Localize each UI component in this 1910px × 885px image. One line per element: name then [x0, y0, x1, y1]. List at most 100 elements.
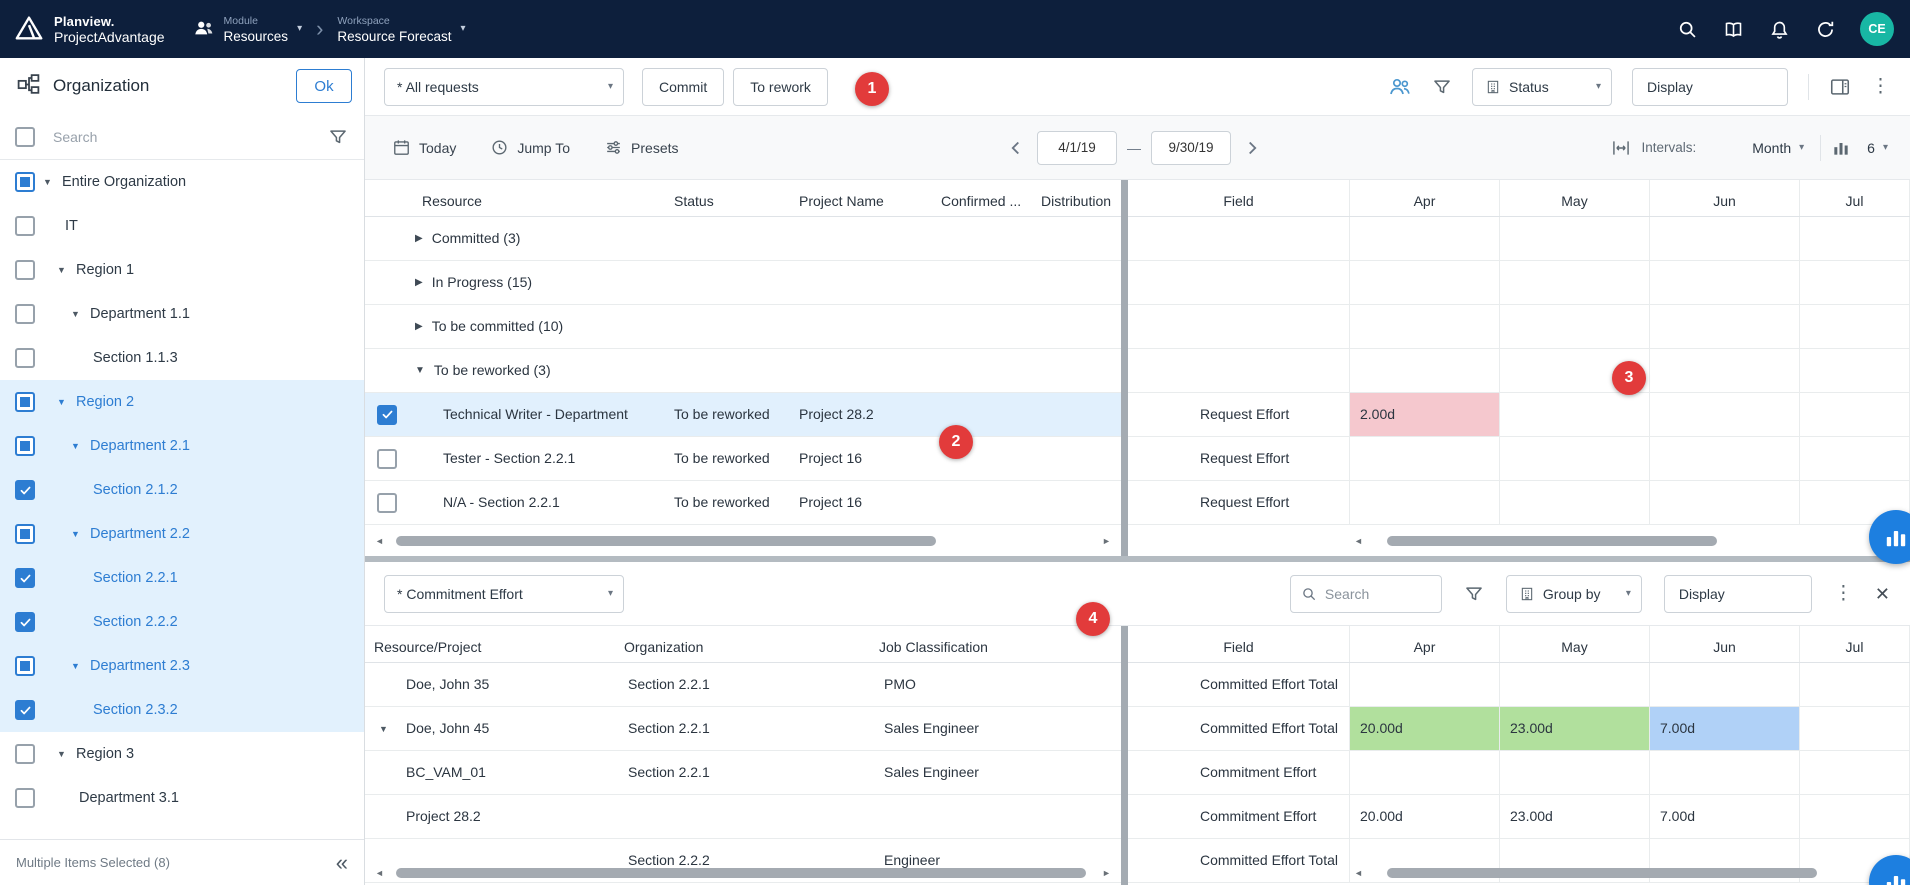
sidebar-item-it[interactable]: IT	[0, 204, 364, 248]
checkbox[interactable]	[15, 304, 35, 324]
close-icon[interactable]: ✕	[1875, 585, 1890, 603]
row-checkbox[interactable]	[377, 449, 397, 469]
value-cell[interactable]: 23.00d	[1500, 795, 1650, 838]
ok-button[interactable]: Ok	[296, 69, 352, 103]
checkbox[interactable]	[15, 788, 35, 808]
column-header-jun[interactable]: Jun	[1650, 180, 1800, 216]
column-header-resource[interactable]: Resource	[413, 180, 665, 216]
search-icon[interactable]	[1676, 18, 1698, 40]
column-header-may[interactable]: May	[1500, 626, 1650, 662]
group-expander-icon[interactable]: ▶	[415, 261, 423, 304]
filter-icon[interactable]	[328, 127, 348, 147]
column-header-field[interactable]: Field	[1128, 180, 1350, 216]
horizontal-scrollbar[interactable]: ◄ ►	[1352, 534, 1900, 548]
commitment-row[interactable]: BC_VAM_01Section 2.2.1Sales Engineer	[365, 751, 1121, 795]
scroll-right-icon[interactable]: ►	[1100, 534, 1113, 548]
scrollbar-thumb[interactable]	[396, 536, 936, 546]
commitment-row[interactable]: Project 28.2	[365, 795, 1121, 839]
checkbox[interactable]	[15, 700, 35, 720]
more-options-icon[interactable]: ⋮	[1834, 584, 1853, 603]
notifications-bell-icon[interactable]	[1768, 18, 1790, 40]
commitment-row-values[interactable]: Commitment Effort	[1128, 751, 1910, 795]
chart-columns-icon[interactable]	[1831, 138, 1851, 158]
checkbox[interactable]	[15, 172, 35, 192]
sidebar-item-section-2-2-1[interactable]: Section 2.2.1	[0, 556, 364, 600]
horizontal-scrollbar[interactable]: ◄ ►	[373, 534, 1113, 548]
value-cell[interactable]	[1350, 751, 1500, 794]
filter-icon[interactable]	[1464, 584, 1484, 604]
value-cell[interactable]	[1650, 751, 1800, 794]
sidebar-item-section-2-3-2[interactable]: Section 2.3.2	[0, 688, 364, 732]
expander-icon[interactable]: ▼	[71, 661, 88, 671]
collapse-sidebar-icon[interactable]: «	[336, 852, 348, 874]
checkbox[interactable]	[15, 524, 35, 544]
value-cell[interactable]	[1800, 795, 1910, 838]
column-header-jul[interactable]: Jul	[1800, 180, 1910, 216]
sidebar-item-department-3-1[interactable]: Department 3.1	[0, 776, 364, 820]
scroll-left-icon[interactable]: ◄	[373, 866, 386, 880]
date-from-input[interactable]	[1037, 131, 1117, 165]
value-cell[interactable]: 7.00d	[1650, 795, 1800, 838]
library-book-icon[interactable]	[1722, 18, 1744, 40]
horizontal-scrollbar[interactable]: ◄ ►	[373, 866, 1113, 880]
checkbox[interactable]	[15, 436, 35, 456]
row-checkbox[interactable]	[377, 405, 397, 425]
horizontal-scrollbar[interactable]: ◄ ►	[1352, 866, 1900, 880]
value-cell[interactable]	[1350, 481, 1500, 524]
select-all-checkbox[interactable]	[15, 127, 35, 147]
presets-button[interactable]: Presets	[604, 138, 678, 157]
commitment-row-values[interactable]: Commitment Effort20.00d23.00d7.00d	[1128, 795, 1910, 839]
checkbox[interactable]	[15, 656, 35, 676]
interval-unit-select[interactable]: Month ▾	[1746, 140, 1810, 156]
column-header-field[interactable]: Field	[1128, 626, 1350, 662]
commitment-row-values[interactable]: Committed Effort Total20.00d23.00d7.00d	[1128, 707, 1910, 751]
sidebar-item-region-2[interactable]: ▼Region 2	[0, 380, 364, 424]
date-to-input[interactable]	[1151, 131, 1231, 165]
value-cell[interactable]	[1800, 437, 1910, 480]
value-cell[interactable]: 23.00d	[1500, 707, 1650, 750]
scroll-left-icon[interactable]: ◄	[1352, 866, 1365, 880]
request-row-values[interactable]: Request Effort2.00d	[1128, 393, 1910, 437]
value-cell[interactable]	[1800, 707, 1910, 750]
row-checkbox[interactable]	[377, 493, 397, 513]
checkbox[interactable]	[15, 480, 35, 500]
value-cell[interactable]	[1500, 393, 1650, 436]
group-expander-icon[interactable]: ▶	[415, 217, 423, 260]
panel-toggle-icon[interactable]	[1829, 76, 1851, 98]
checkbox[interactable]	[15, 568, 35, 588]
request-row-values[interactable]: Request Effort	[1128, 481, 1910, 525]
group-row-to-be-reworked-3[interactable]: ▼To be reworked (3)	[365, 349, 1121, 393]
group-by-select[interactable]: Group by ▾	[1506, 575, 1642, 613]
request-row-values[interactable]: Request Effort	[1128, 437, 1910, 481]
group-row-to-be-committed-10[interactable]: ▶To be committed (10)	[365, 305, 1121, 349]
module-switcher[interactable]: Module Resources ▾	[181, 0, 315, 58]
commitment-row[interactable]: ▼Doe, John 45Section 2.2.1Sales Engineer	[365, 707, 1121, 751]
commitment-search-input[interactable]	[1325, 586, 1431, 602]
refresh-icon[interactable]	[1814, 18, 1836, 40]
grid-splitter[interactable]	[1121, 626, 1128, 885]
commitment-search[interactable]	[1290, 575, 1442, 613]
expander-icon[interactable]: ▼	[71, 441, 88, 451]
more-options-icon[interactable]: ⋮	[1871, 77, 1890, 96]
expander-icon[interactable]: ▼	[71, 309, 88, 319]
to-rework-button[interactable]: To rework	[733, 68, 828, 106]
assign-resources-icon[interactable]	[1388, 75, 1412, 99]
expander-icon[interactable]: ▼	[57, 397, 74, 407]
sidebar-item-department-2-1[interactable]: ▼Department 2.1	[0, 424, 364, 468]
sidebar-item-section-2-2-2[interactable]: Section 2.2.2	[0, 600, 364, 644]
expander-icon[interactable]: ▼	[43, 177, 60, 187]
scroll-left-icon[interactable]: ◄	[373, 534, 386, 548]
value-cell[interactable]	[1800, 751, 1910, 794]
expander-icon[interactable]: ▼	[379, 707, 388, 750]
value-cell[interactable]	[1500, 481, 1650, 524]
checkbox[interactable]	[15, 348, 35, 368]
scroll-right-icon[interactable]: ►	[1100, 866, 1113, 880]
column-header-resource-project[interactable]: Resource/Project	[365, 626, 615, 662]
grid-splitter[interactable]	[1121, 180, 1128, 556]
column-header-distribution[interactable]: Distribution	[1032, 180, 1121, 216]
commitment-row-values[interactable]: Committed Effort Total	[1128, 663, 1910, 707]
checkbox[interactable]	[15, 744, 35, 764]
group-expander-icon[interactable]: ▼	[415, 349, 425, 392]
display-button[interactable]: Display	[1632, 68, 1788, 106]
column-header-organization[interactable]: Organization	[615, 626, 870, 662]
